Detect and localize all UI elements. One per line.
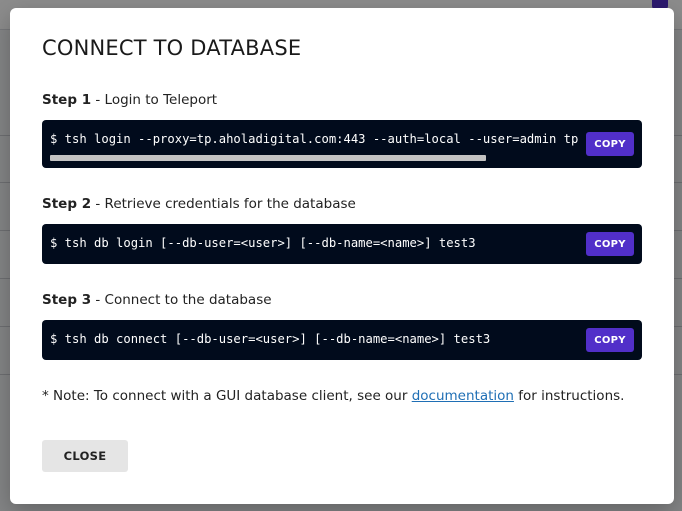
step-3-label: Step 3 - Connect to the database (42, 292, 272, 308)
close-button[interactable]: CLOSE (42, 440, 128, 472)
step-2-copy-button[interactable]: COPY (586, 232, 634, 256)
step-1-number: Step 1 (42, 92, 92, 108)
step-3-copy-button[interactable]: COPY (586, 328, 634, 352)
step-2-number: Step 2 (42, 196, 92, 212)
step-3-code-box: $ tsh db connect [--db-user=<user>] [--d… (42, 320, 642, 360)
note-prefix: * Note: To connect with a GUI database c… (42, 388, 412, 404)
gui-client-note: * Note: To connect with a GUI database c… (42, 388, 624, 404)
step-1-command[interactable]: $ tsh login --proxy=tp.aholadigital.com:… (50, 132, 578, 146)
step-3-command[interactable]: $ tsh db connect [--db-user=<user>] [--d… (50, 332, 578, 346)
step-3-text: - Connect to the database (91, 292, 272, 308)
step-2-label: Step 2 - Retrieve credentials for the da… (42, 196, 356, 212)
step-2-code-box: $ tsh db login [--db-user=<user>] [--db-… (42, 224, 642, 264)
step-1-horizontal-scrollbar[interactable] (50, 155, 486, 161)
connect-dialog: CONNECT TO DATABASE Step 1 - Login to Te… (10, 8, 674, 504)
step-1-label: Step 1 - Login to Teleport (42, 92, 217, 108)
step-3-number: Step 3 (42, 292, 92, 308)
step-1-copy-button[interactable]: COPY (586, 132, 634, 156)
documentation-link[interactable]: documentation (412, 388, 514, 404)
step-2-text: - Retrieve credentials for the database (91, 196, 356, 212)
note-suffix: for instructions. (513, 388, 625, 404)
step-1-text: - Login to Teleport (91, 92, 218, 108)
dialog-title: CONNECT TO DATABASE (42, 36, 302, 60)
step-1-code-box: $ tsh login --proxy=tp.aholadigital.com:… (42, 120, 642, 168)
step-2-command[interactable]: $ tsh db login [--db-user=<user>] [--db-… (50, 236, 578, 250)
